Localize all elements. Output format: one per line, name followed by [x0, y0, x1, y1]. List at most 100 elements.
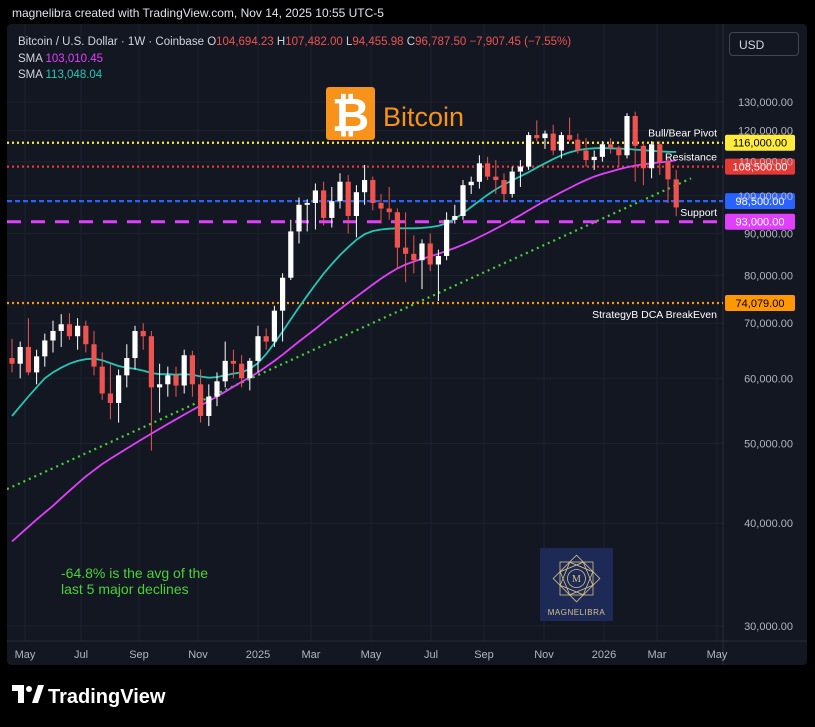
candle-body [230, 360, 236, 364]
candle-body [649, 144, 655, 169]
y-tick-label: 100,000.00 [738, 191, 793, 203]
candle-body [591, 156, 597, 161]
level-label-5: StrategyB DCA BreakEven [592, 309, 717, 321]
candle-body [91, 344, 97, 367]
candle-body [198, 384, 204, 416]
x-tick-label: Jul [74, 649, 88, 661]
candle-body [370, 180, 376, 203]
chart-panel[interactable]: Bull/Bear Pivot 116,000.00 Resistance 108,5… [7, 24, 807, 665]
level-label-3: Support [680, 207, 717, 219]
candle-body [583, 150, 589, 161]
candle-body [165, 375, 171, 385]
candle-body [214, 381, 220, 397]
candle-body [608, 144, 614, 148]
chart-overlay-title: Bitcoin [383, 102, 465, 132]
candle-body [304, 202, 310, 205]
candle-body [50, 330, 56, 341]
ohlc-legend: Bitcoin / U.S. Dollar · 1W · Coinbase O1… [18, 36, 571, 48]
candle-body [476, 163, 482, 182]
candle-body [394, 212, 400, 248]
level-label-2: Resistance [665, 152, 717, 164]
candle-body [616, 147, 622, 156]
open-label: O [207, 36, 217, 48]
candle-body [239, 363, 245, 379]
candle-body [509, 171, 515, 194]
footer: TradingView [0, 668, 815, 727]
candle-body [173, 375, 179, 386]
candle-body [58, 324, 64, 331]
tradingview-logo-icon[interactable] [12, 685, 44, 705]
candle-body [329, 201, 335, 218]
candle-body [263, 336, 269, 342]
price-tag-text-1: 116,000.00 [733, 138, 787, 150]
candle-body [526, 135, 532, 167]
price-tag-text-4: 93,000.00 [736, 217, 785, 229]
high-value: 107,482.00 [285, 36, 343, 48]
candle-body [386, 208, 392, 213]
x-tick-label: May [361, 649, 382, 661]
candle-body [427, 243, 433, 265]
candle-body [271, 310, 277, 342]
candle-body [624, 116, 630, 156]
candle-body [288, 231, 294, 278]
low-value: 94,455.98 [352, 36, 404, 48]
candle-body [222, 360, 228, 382]
symbol-label: Bitcoin / U.S. Dollar · 1W · Coinbase [18, 36, 204, 48]
candle-body [353, 192, 359, 216]
y-tick-label: 30,000.00 [744, 621, 793, 633]
x-tick-label: Nov [188, 649, 208, 661]
candle-body [534, 135, 540, 139]
candle-body [419, 243, 425, 261]
candle-body [132, 330, 138, 359]
change-value: −7,907.45 (−7.55%) [469, 36, 572, 48]
y-tick-label: 70,000.00 [744, 318, 793, 330]
sma1-legend: SMA 103,010.45 [18, 53, 103, 65]
price-tag-text-5: 74,079.00 [736, 298, 785, 310]
magnelibra-wordmark: MAGNELIBRA [547, 608, 606, 617]
y-tick-label: 60,000.00 [744, 373, 793, 385]
sma2-legend: SMA 113,048.04 [18, 69, 102, 81]
candle-body [345, 181, 351, 216]
candle-body [435, 255, 441, 265]
open-value: 104,694.23 [216, 36, 274, 48]
candle-body [9, 358, 15, 364]
attribution-bar: magnelibra created with TradingView.com,… [0, 0, 815, 24]
svg-text:₿: ₿ [332, 89, 370, 140]
uptrend-line [7, 177, 692, 491]
candle-body [66, 324, 72, 337]
sma-line-1 [11, 159, 677, 543]
candle-body [25, 346, 31, 373]
x-tick-label: May [707, 649, 728, 661]
candle-body [75, 325, 81, 337]
candle-body [599, 144, 605, 157]
y-tick-label: 90,000.00 [744, 228, 793, 240]
x-tick-label: Jul [424, 649, 438, 661]
bitcoin-logo: ₿ [326, 87, 375, 141]
tradingview-brand[interactable]: TradingView [48, 686, 165, 709]
candle-body [42, 340, 48, 357]
y-tick-label: 130,000.00 [738, 97, 793, 109]
candle-body [567, 135, 573, 140]
sma1-value: 103,010.45 [45, 53, 104, 65]
candle-body [296, 204, 302, 232]
y-tick-label: 110,000.00 [739, 157, 793, 169]
candle-body [460, 185, 466, 216]
candle-body [468, 181, 474, 186]
y-tick-label: 80,000.00 [744, 270, 793, 282]
candle-body [673, 179, 679, 208]
candle-body [124, 358, 130, 376]
sma-line-2 [11, 147, 677, 417]
candle-body [206, 396, 212, 416]
candle-body [493, 176, 499, 181]
y-tick-label: 50,000.00 [744, 438, 793, 450]
currency-button[interactable]: USD [729, 32, 799, 56]
candle-body [632, 116, 638, 146]
candle-body [107, 393, 113, 403]
svg-text:M: M [572, 574, 581, 585]
candle-body [255, 336, 261, 361]
sma2-label: SMA [18, 69, 43, 81]
sma2-value: 113,048.04 [45, 69, 103, 81]
close-value: 96,787.50 [415, 36, 467, 48]
candle-body [411, 253, 417, 261]
candle-body [657, 144, 663, 162]
